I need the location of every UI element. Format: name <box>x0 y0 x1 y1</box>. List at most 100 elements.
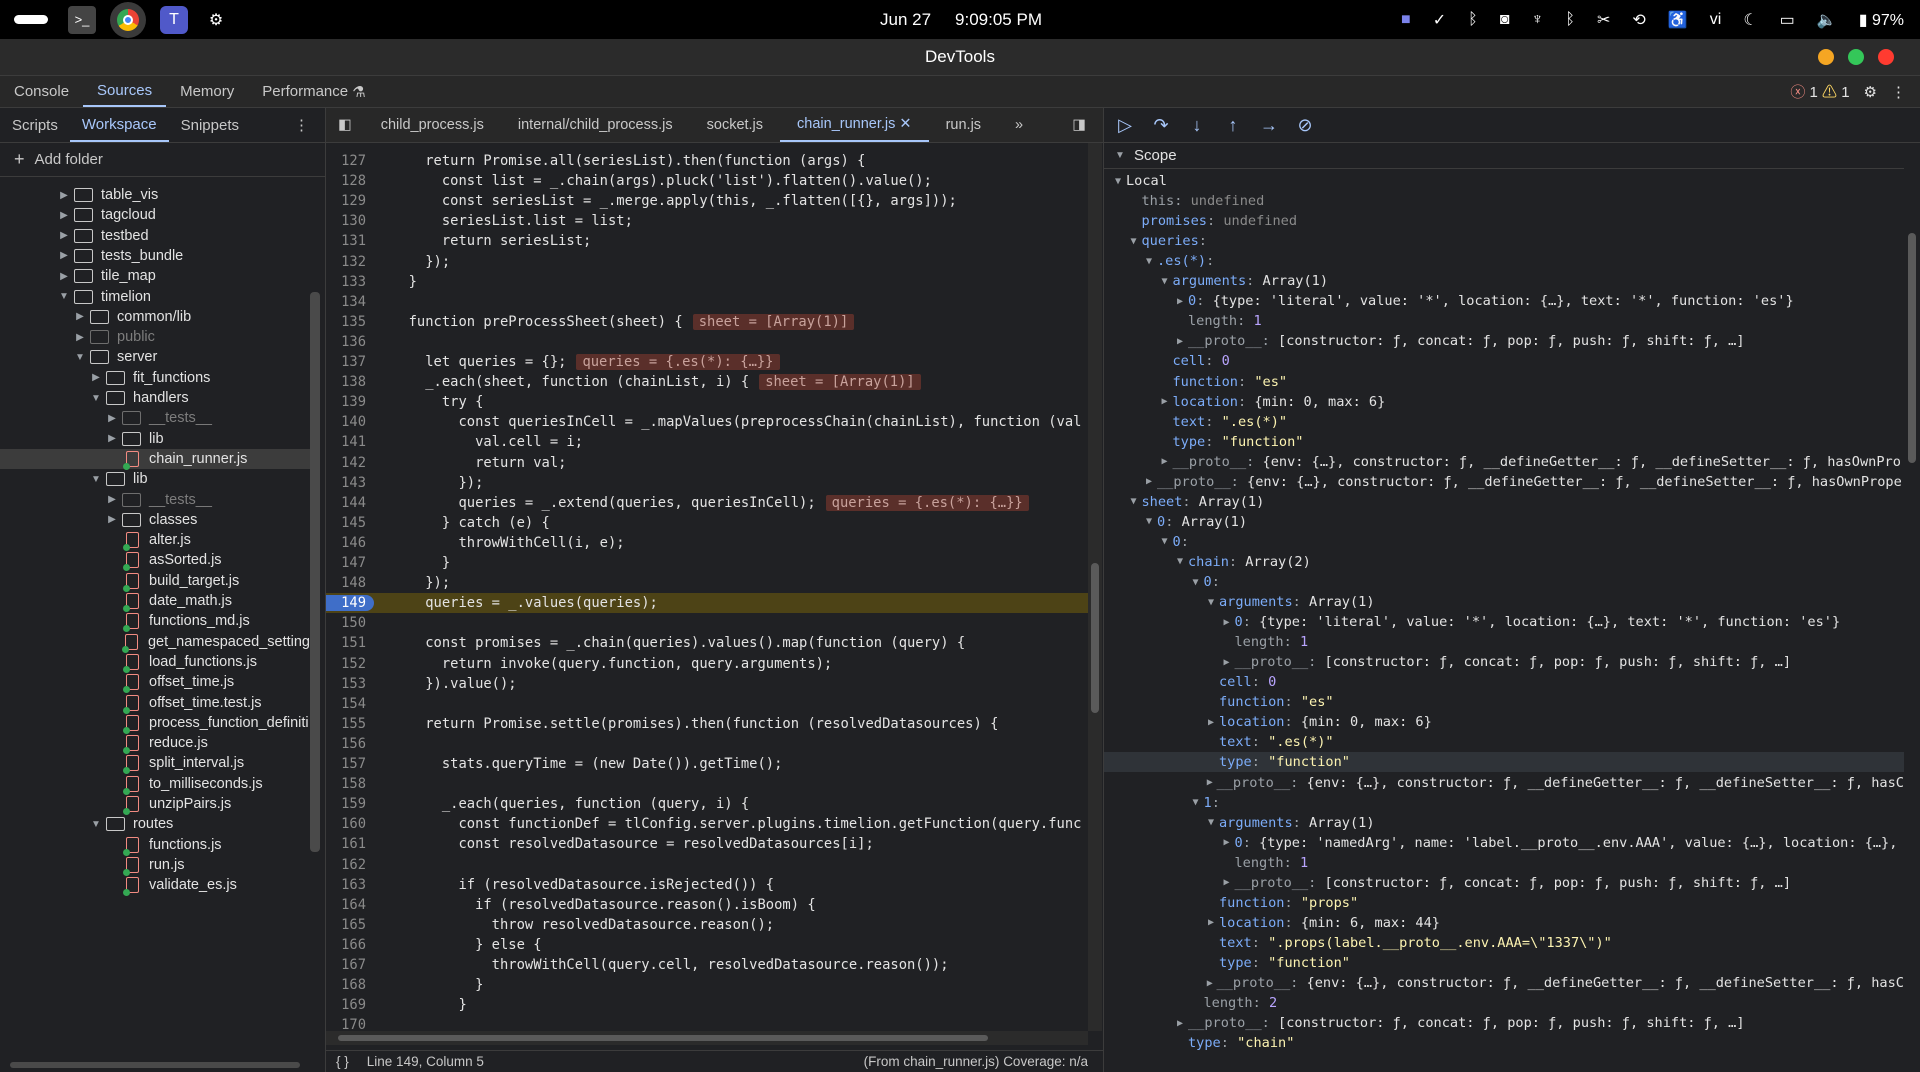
code-line[interactable]: 165 throw resolvedDatasource.reason(); <box>326 915 1088 935</box>
scope-property[interactable]: ▼ 0: Array(1) <box>1104 512 1904 532</box>
code-line[interactable]: 160 const functionDef = tlConfig.server.… <box>326 814 1088 834</box>
minimize-button[interactable] <box>1818 49 1834 65</box>
tree-folder[interactable]: ▼ timelion <box>0 287 310 307</box>
issues-counter[interactable]: ⓧ 1 ⚠ 1 <box>1790 81 1849 102</box>
line-number[interactable]: 145 <box>326 515 374 531</box>
code-area[interactable]: 127 return Promise.all(seriesList).then(… <box>326 143 1088 1031</box>
line-number[interactable]: 165 <box>326 917 374 933</box>
teams-icon[interactable]: T <box>160 5 188 34</box>
tree-file[interactable]: date_math.js <box>0 591 310 612</box>
scope-property[interactable]: ▼ queries: <box>1104 231 1904 251</box>
tab-sources[interactable]: Sources <box>83 76 167 107</box>
code-line[interactable]: 167 throwWithCell(query.cell, resolvedDa… <box>326 955 1088 975</box>
chevron-down-icon[interactable]: ▼ <box>1205 597 1217 608</box>
tree-file[interactable]: load_functions.js <box>0 652 310 673</box>
chevron-right-icon[interactable]: ▶ <box>1174 1018 1186 1029</box>
line-number[interactable]: 156 <box>326 736 374 752</box>
scope-property[interactable]: ▶ location: {min: 0, max: 6} <box>1104 392 1904 412</box>
tree-file[interactable]: functions.js <box>0 835 310 856</box>
code-line[interactable]: 159 _.each(queries, function (query, i) … <box>326 794 1088 814</box>
code-line[interactable]: 127 return Promise.all(seriesList).then(… <box>326 151 1088 171</box>
volume-icon[interactable]: 🔈 <box>1817 10 1837 30</box>
tree-file[interactable]: get_namespaced_setting <box>0 632 310 653</box>
chevron-right-icon[interactable]: ▶ <box>58 210 70 221</box>
chevron-right-icon[interactable]: ▶ <box>58 230 70 241</box>
line-number[interactable]: 150 <box>326 615 374 631</box>
more-tabs-icon[interactable]: » <box>998 108 1040 142</box>
chevron-right-icon[interactable]: ▶ <box>1159 396 1171 407</box>
tree-horizontal-scrollbar[interactable] <box>10 1062 300 1068</box>
chevron-right-icon[interactable]: ▶ <box>106 433 118 444</box>
tree-scrollbar[interactable] <box>310 292 320 852</box>
accessibility-icon[interactable]: ♿ <box>1668 10 1688 30</box>
scope-property[interactable]: cell: 0 <box>1104 672 1904 692</box>
teams-tray-icon[interactable]: ■ <box>1401 11 1411 29</box>
add-folder-button[interactable]: + Add folder <box>0 143 325 177</box>
code-line[interactable]: 132 }); <box>326 252 1088 272</box>
deactivate-breakpoints-icon[interactable]: ⊘ <box>1294 115 1316 136</box>
code-line[interactable]: 146 throwWithCell(i, e); <box>326 533 1088 553</box>
chevron-right-icon[interactable]: ▶ <box>74 332 86 343</box>
scope-property[interactable]: length: 1 <box>1104 853 1904 873</box>
chevron-right-icon[interactable]: ▶ <box>1205 717 1217 728</box>
scope-property[interactable]: ▼ arguments: Array(1) <box>1104 813 1904 833</box>
line-number[interactable]: 164 <box>326 897 374 913</box>
editor-tab[interactable]: run.js <box>929 108 998 142</box>
editor-horizontal-scrollbar[interactable] <box>326 1031 1088 1045</box>
tree-file[interactable]: run.js <box>0 855 310 876</box>
line-number[interactable]: 140 <box>326 414 374 430</box>
tree-folder[interactable]: ▶ tests_bundle <box>0 246 310 266</box>
toggle-debugger-icon[interactable]: ◨ <box>1055 108 1103 142</box>
check-tray-icon[interactable]: ✓ <box>1433 10 1446 30</box>
tree-file[interactable]: to_milliseconds.js <box>0 774 310 795</box>
code-line[interactable]: 135 function preProcessSheet(sheet) {she… <box>326 312 1088 332</box>
chevron-down-icon[interactable]: ▼ <box>90 474 102 485</box>
line-number[interactable]: 137 <box>326 354 374 370</box>
tab-console[interactable]: Console <box>0 76 83 107</box>
line-number[interactable]: 153 <box>326 676 374 692</box>
code-line[interactable]: 144 queries = _.extend(queries, queriesI… <box>326 493 1088 513</box>
chevron-down-icon[interactable]: ▼ <box>1190 797 1202 808</box>
line-number[interactable]: 152 <box>326 656 374 672</box>
chevron-down-icon[interactable]: ▼ <box>1143 516 1155 527</box>
line-number[interactable]: 132 <box>326 254 374 270</box>
scope-scrollbar[interactable] <box>1904 143 1920 1072</box>
chevron-down-icon[interactable]: ▼ <box>1205 817 1217 828</box>
time-label[interactable]: 9:09:05 PM <box>955 10 1042 30</box>
code-line[interactable]: 140 const queriesInCell = _.mapValues(pr… <box>326 412 1088 432</box>
night-mode-icon[interactable]: ☾ <box>1743 10 1757 30</box>
sync-icon[interactable]: ⟲ <box>1632 10 1645 30</box>
line-number[interactable]: 158 <box>326 776 374 792</box>
display-icon[interactable]: ▭ <box>1780 10 1795 30</box>
code-line[interactable]: 166 } else { <box>326 935 1088 955</box>
chevron-right-icon[interactable]: ▶ <box>1143 476 1155 487</box>
tree-folder[interactable]: ▶ common/lib <box>0 307 310 327</box>
tree-folder[interactable]: ▶ classes <box>0 510 310 530</box>
line-number[interactable]: 131 <box>326 233 374 249</box>
scope-property[interactable]: type: "function" <box>1104 953 1904 973</box>
chevron-down-icon[interactable]: ▼ <box>58 291 70 302</box>
scope-property[interactable]: length: 2 <box>1104 993 1904 1013</box>
line-number[interactable]: 130 <box>326 213 374 229</box>
code-line[interactable]: 143 }); <box>326 473 1088 493</box>
line-number[interactable]: 157 <box>326 756 374 772</box>
scope-property[interactable]: function: "es" <box>1104 692 1904 712</box>
code-line[interactable]: 157 stats.queryTime = (new Date()).getTi… <box>326 754 1088 774</box>
tree-file[interactable]: build_target.js <box>0 571 310 592</box>
line-number[interactable]: 127 <box>326 153 374 169</box>
line-number[interactable]: 134 <box>326 294 374 310</box>
code-line[interactable]: 161 const resolvedDatasource = resolvedD… <box>326 834 1088 854</box>
tree-file[interactable]: reduce.js <box>0 733 310 755</box>
code-line[interactable]: 134 <box>326 292 1088 312</box>
code-line[interactable]: 145 } catch (e) { <box>326 513 1088 533</box>
scope-property[interactable]: ▶ __proto__: [constructor: ƒ, concat: ƒ, … <box>1104 1013 1904 1033</box>
tab-memory[interactable]: Memory <box>166 76 248 107</box>
chevron-right-icon[interactable]: ▶ <box>74 311 86 322</box>
tree-folder[interactable]: ▶ public <box>0 327 310 347</box>
line-number[interactable]: 166 <box>326 937 374 953</box>
tree-folder[interactable]: ▶ __tests__ <box>0 408 310 428</box>
tree-folder[interactable]: ▼ lib <box>0 469 310 489</box>
code-line[interactable]: 133 } <box>326 272 1088 292</box>
scope-property[interactable]: text: ".es(*)" <box>1104 732 1904 752</box>
scope-property[interactable]: ▶ 0: {type: 'literal', value: '*', locati… <box>1104 291 1904 311</box>
